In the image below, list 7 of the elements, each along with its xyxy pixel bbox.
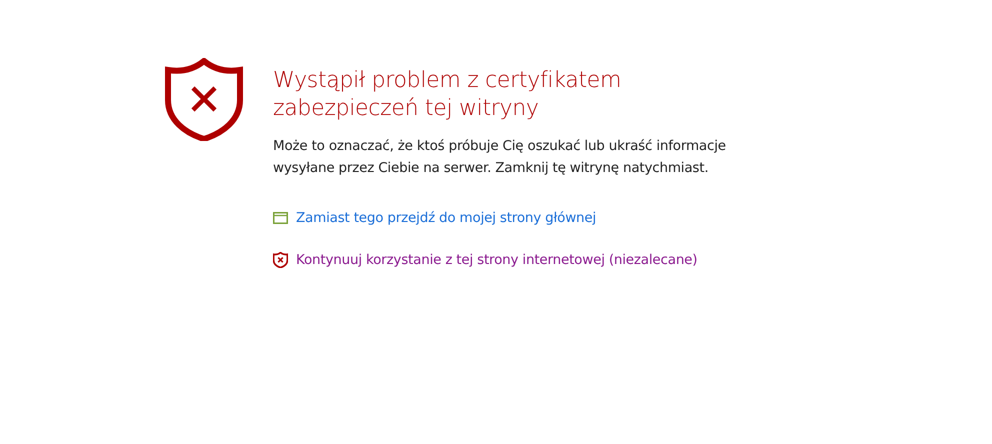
- shield-error-icon: [165, 58, 243, 141]
- continue-link[interactable]: Kontynuuj korzystanie z tej strony internetowej (niezalecane): [296, 250, 698, 270]
- page-title: Wystąpił problem z certyfikatem zabezpieczeń tej witryny: [273, 67, 622, 123]
- home-link[interactable]: Zamiast tego przejdź do mojej strony głównej: [296, 208, 596, 228]
- shield-error-icon: [273, 252, 288, 268]
- window-icon: [273, 212, 288, 224]
- warning-message: Może to oznaczać, że ktoś próbuje Cię oszukać lub ukraść informacje wysyłane przez Ciebie na serwer. Zamknij tę witrynę natychmiast.: [273, 137, 727, 178]
